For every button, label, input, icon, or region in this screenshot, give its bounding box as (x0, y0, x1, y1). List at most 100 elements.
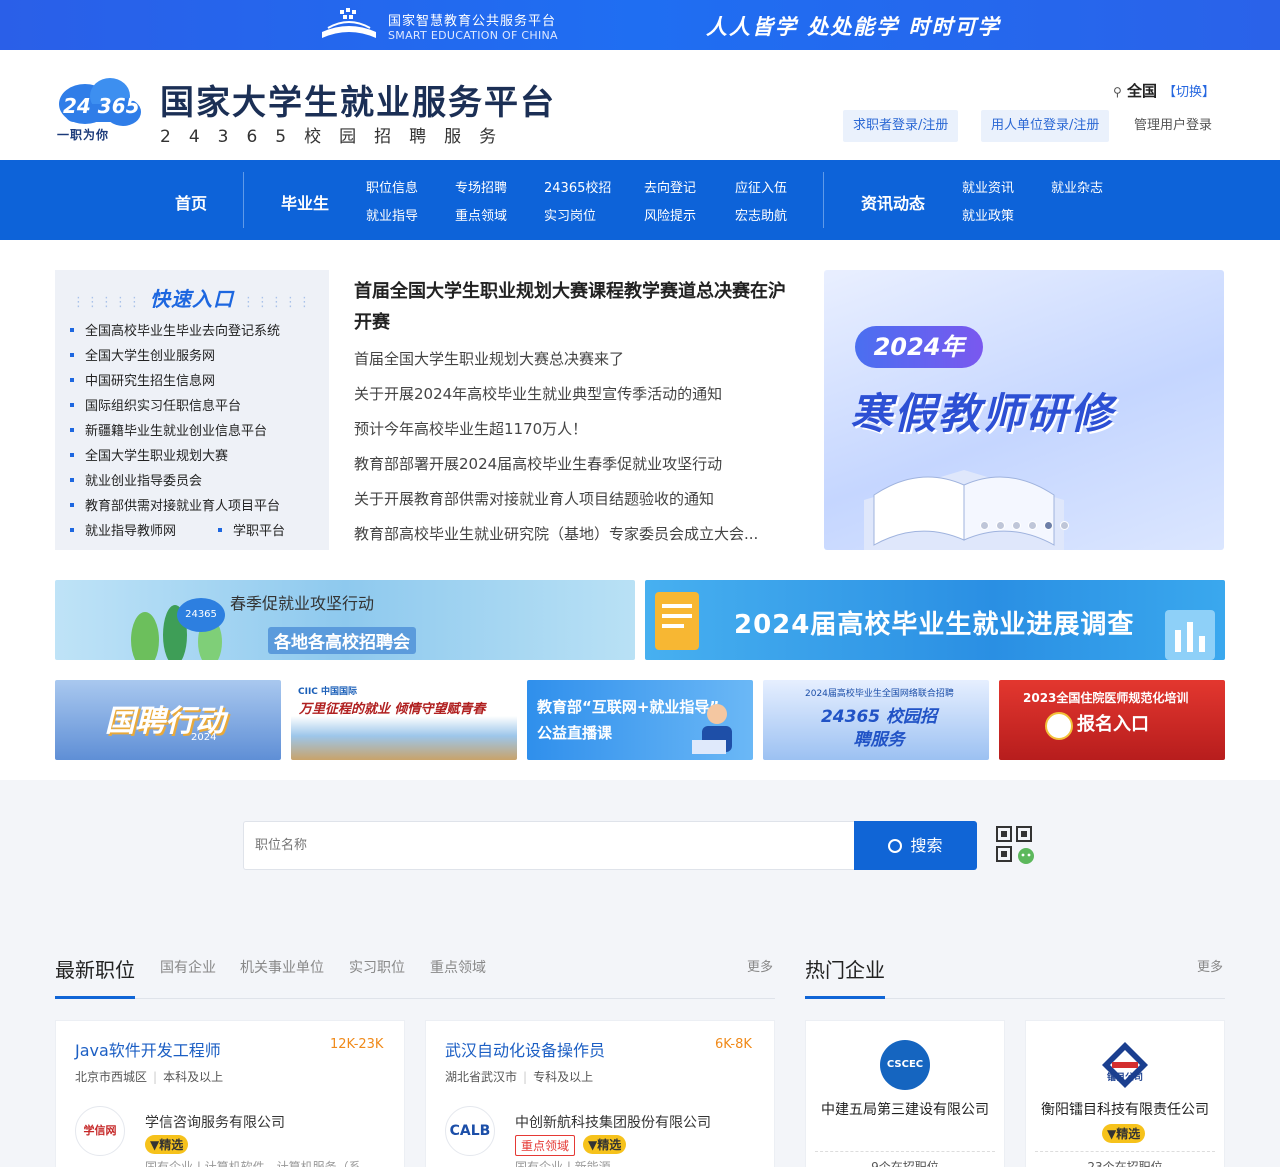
badge-label: 精选 (597, 1138, 622, 1152)
carousel-dot[interactable] (1060, 521, 1069, 530)
v-icon: ▼ (1107, 1127, 1117, 1141)
promo-title: 24365 校园招聘服务 (820, 707, 938, 750)
v-icon: ▼ (150, 1138, 160, 1152)
quick-entry-title-text: 快速入口 (150, 287, 234, 311)
badge-label: 精选 (1116, 1127, 1141, 1141)
job-title[interactable]: 武汉自动化设备操作员 (445, 1037, 605, 1061)
nav-home[interactable]: 首页 (175, 190, 207, 214)
news-item[interactable]: 教育部部署开展2024届高校毕业生春季促就业攻坚行动 (354, 453, 789, 474)
tab-internship[interactable]: 实习职位 (349, 957, 405, 977)
logo-number: 24 365 (63, 94, 140, 118)
news-item[interactable]: 关于开展教育部供需对接就业育人项目结题验收的通知 (354, 488, 789, 509)
nav-policy[interactable]: 就业政策 (962, 205, 1014, 224)
job-search-input[interactable] (243, 821, 855, 870)
site-logo[interactable]: 24 365 一职为你 (55, 74, 145, 142)
company-name[interactable]: 中创新航科技集团股份有限公司 (515, 1112, 711, 1132)
promo-banner-guopin[interactable]: 国聘行动 2024 (55, 680, 281, 760)
company-name[interactable]: 衡阳镭目科技有限责任公司 (1015, 1099, 1235, 1119)
quick-link[interactable]: 学职平台 (218, 520, 285, 539)
divider (1035, 1151, 1215, 1152)
quick-link[interactable]: 中国研究生招生信息网 (70, 370, 215, 389)
hot-companies-more-link[interactable]: 更多 (1197, 956, 1223, 975)
company-logo: 镭目公司 (1100, 1040, 1150, 1090)
nav-career-guide[interactable]: 就业指导 (366, 205, 418, 224)
nav-job-info[interactable]: 职位信息 (366, 177, 418, 196)
news-item[interactable]: 预计今年高校毕业生超1170万人！ (354, 418, 789, 439)
nav-destination-register[interactable]: 去向登记 (644, 177, 696, 196)
job-seeker-login-button[interactable]: 求职者登录/注册 (843, 110, 959, 142)
promo-banner-livestream[interactable]: 教育部“互联网+就业指导” 公益直播课 (527, 680, 753, 760)
carousel-title: 寒假教师研修 (850, 389, 1115, 438)
location-name: 全国 (1127, 82, 1158, 100)
v-icon: ▼ (588, 1138, 598, 1152)
job-salary: 12K-23K (330, 1037, 384, 1052)
tab-key-areas[interactable]: 重点领域 (430, 957, 486, 977)
quick-link[interactable]: 全国高校毕业生毕业去向登记系统 (70, 320, 280, 339)
survey-banner-title: 2024届高校毕业生就业进展调查 (734, 610, 1135, 640)
quick-link[interactable]: 国际组织实习任职信息平台 (70, 395, 241, 414)
tab-state-owned[interactable]: 国有企业 (160, 957, 216, 977)
search-button[interactable]: 搜索 (854, 821, 977, 870)
nav-divider (823, 172, 824, 228)
promo-banner-resident-training[interactable]: 2023全国住院医师规范化培训 报名入口 (999, 680, 1225, 760)
nav-employment-news[interactable]: 就业资讯 (962, 177, 1014, 196)
smart-education-topbar: 国家智慧教育公共服务平台 SMART EDUCATION OF CHINA 人人… (0, 0, 1280, 50)
quick-link[interactable]: 就业指导教师网 (70, 520, 176, 539)
company-tags: 国有企业 | 计算机软件、计算机服务（系 (145, 1160, 361, 1167)
nav-enlist[interactable]: 应征入伍 (735, 177, 787, 196)
carousel-year-pill: 2024年 (855, 326, 983, 368)
job-title[interactable]: Java软件开发工程师 (75, 1037, 221, 1061)
quick-link[interactable]: 教育部供需对接就业育人项目平台 (70, 495, 280, 514)
news-item[interactable]: 教育部高校毕业生就业研究院（基地）专家委员会成立大会... (354, 523, 786, 544)
nav-special-recruit[interactable]: 专场招聘 (455, 177, 507, 196)
employer-login-button[interactable]: 用人单位登录/注册 (981, 110, 1110, 142)
promo-banner-24365[interactable]: 2024届高校毕业生全国网络联合招聘 24365 校园招聘服务 (763, 680, 989, 760)
divider (815, 1151, 995, 1152)
promo-title: 报名入口 (1077, 714, 1149, 735)
news-item[interactable]: 首届全国大学生职业规划大赛总决赛来了 (354, 348, 789, 369)
quick-link[interactable]: 新疆籍毕业生就业创业信息平台 (70, 420, 267, 439)
hot-companies-title: 热门企业 (805, 958, 885, 982)
quick-link[interactable]: 全国大学生创业服务网 (70, 345, 215, 364)
nav-internships[interactable]: 实习岗位 (544, 205, 596, 224)
carousel-dot[interactable] (980, 521, 989, 530)
platform-name-en: SMART EDUCATION OF CHINA (388, 29, 558, 42)
divider (55, 998, 775, 999)
decor-dots: ⋮⋮⋮⋮⋮ (241, 295, 312, 310)
company-name[interactable]: 中建五局第三建设有限公司 (795, 1099, 1015, 1119)
carousel-dot[interactable] (1012, 521, 1021, 530)
nav-graduates[interactable]: 毕业生 (281, 190, 329, 214)
company-name[interactable]: 学信咨询服务有限公司 (145, 1112, 285, 1132)
location-switch-link[interactable]: 【切换】 (1163, 85, 1215, 100)
carousel-dot[interactable] (996, 521, 1005, 530)
tab-public-institution[interactable]: 机关事业单位 (240, 957, 324, 977)
admin-login-link[interactable]: 管理用户登录 (1134, 110, 1212, 142)
nav-news[interactable]: 资讯动态 (861, 190, 925, 214)
job-location: 北京市西城区 (75, 1070, 148, 1084)
carousel-dot[interactable] (1028, 521, 1037, 530)
nav-risk-alert[interactable]: 风险提示 (644, 205, 696, 224)
nav-hongzhi[interactable]: 宏志助航 (735, 205, 787, 224)
nav-key-areas[interactable]: 重点领域 (455, 205, 507, 224)
qr-code-icon[interactable] (996, 826, 1036, 864)
job-education: 专科及以上 (533, 1070, 594, 1084)
nav-magazine[interactable]: 就业杂志 (1051, 177, 1103, 196)
carousel-dot-active[interactable] (1044, 521, 1053, 530)
quick-link[interactable]: 就业创业指导委员会 (70, 470, 202, 489)
promo-banner-ciic[interactable]: CIIC 中国国际 万里征程的就业 倾情守望赋青春 (291, 680, 517, 760)
search-button-label: 搜索 (910, 836, 943, 855)
smart-education-logo-icon (322, 8, 376, 38)
latest-jobs-more-link[interactable]: 更多 (747, 956, 773, 975)
active-tab-underline (55, 996, 135, 999)
company-logo: CALB (445, 1106, 495, 1156)
platform-name-cn: 国家智慧教育公共服务平台 (388, 14, 557, 29)
news-item[interactable]: 关于开展2024年高校毕业生就业典型宣传季活动的通知 (354, 383, 789, 404)
quick-link[interactable]: 全国大学生职业规划大赛 (70, 445, 228, 464)
company-tags: 国有企业 | 新能源 (515, 1160, 611, 1167)
quick-entry-title: ⋮⋮⋮⋮⋮ 快速入口 ⋮⋮⋮⋮⋮ (55, 283, 329, 312)
news-headline[interactable]: 首届全国大学生职业规划大赛课程教学赛道总决赛在沪开赛 (354, 276, 794, 338)
nav-24365[interactable]: 24365校招 (544, 177, 611, 196)
promo-sub: 公益直播课 (537, 724, 613, 742)
company-logo: 学信网 (75, 1106, 125, 1156)
location-selector[interactable]: ⚲ 全国 【切换】 (1113, 80, 1215, 101)
